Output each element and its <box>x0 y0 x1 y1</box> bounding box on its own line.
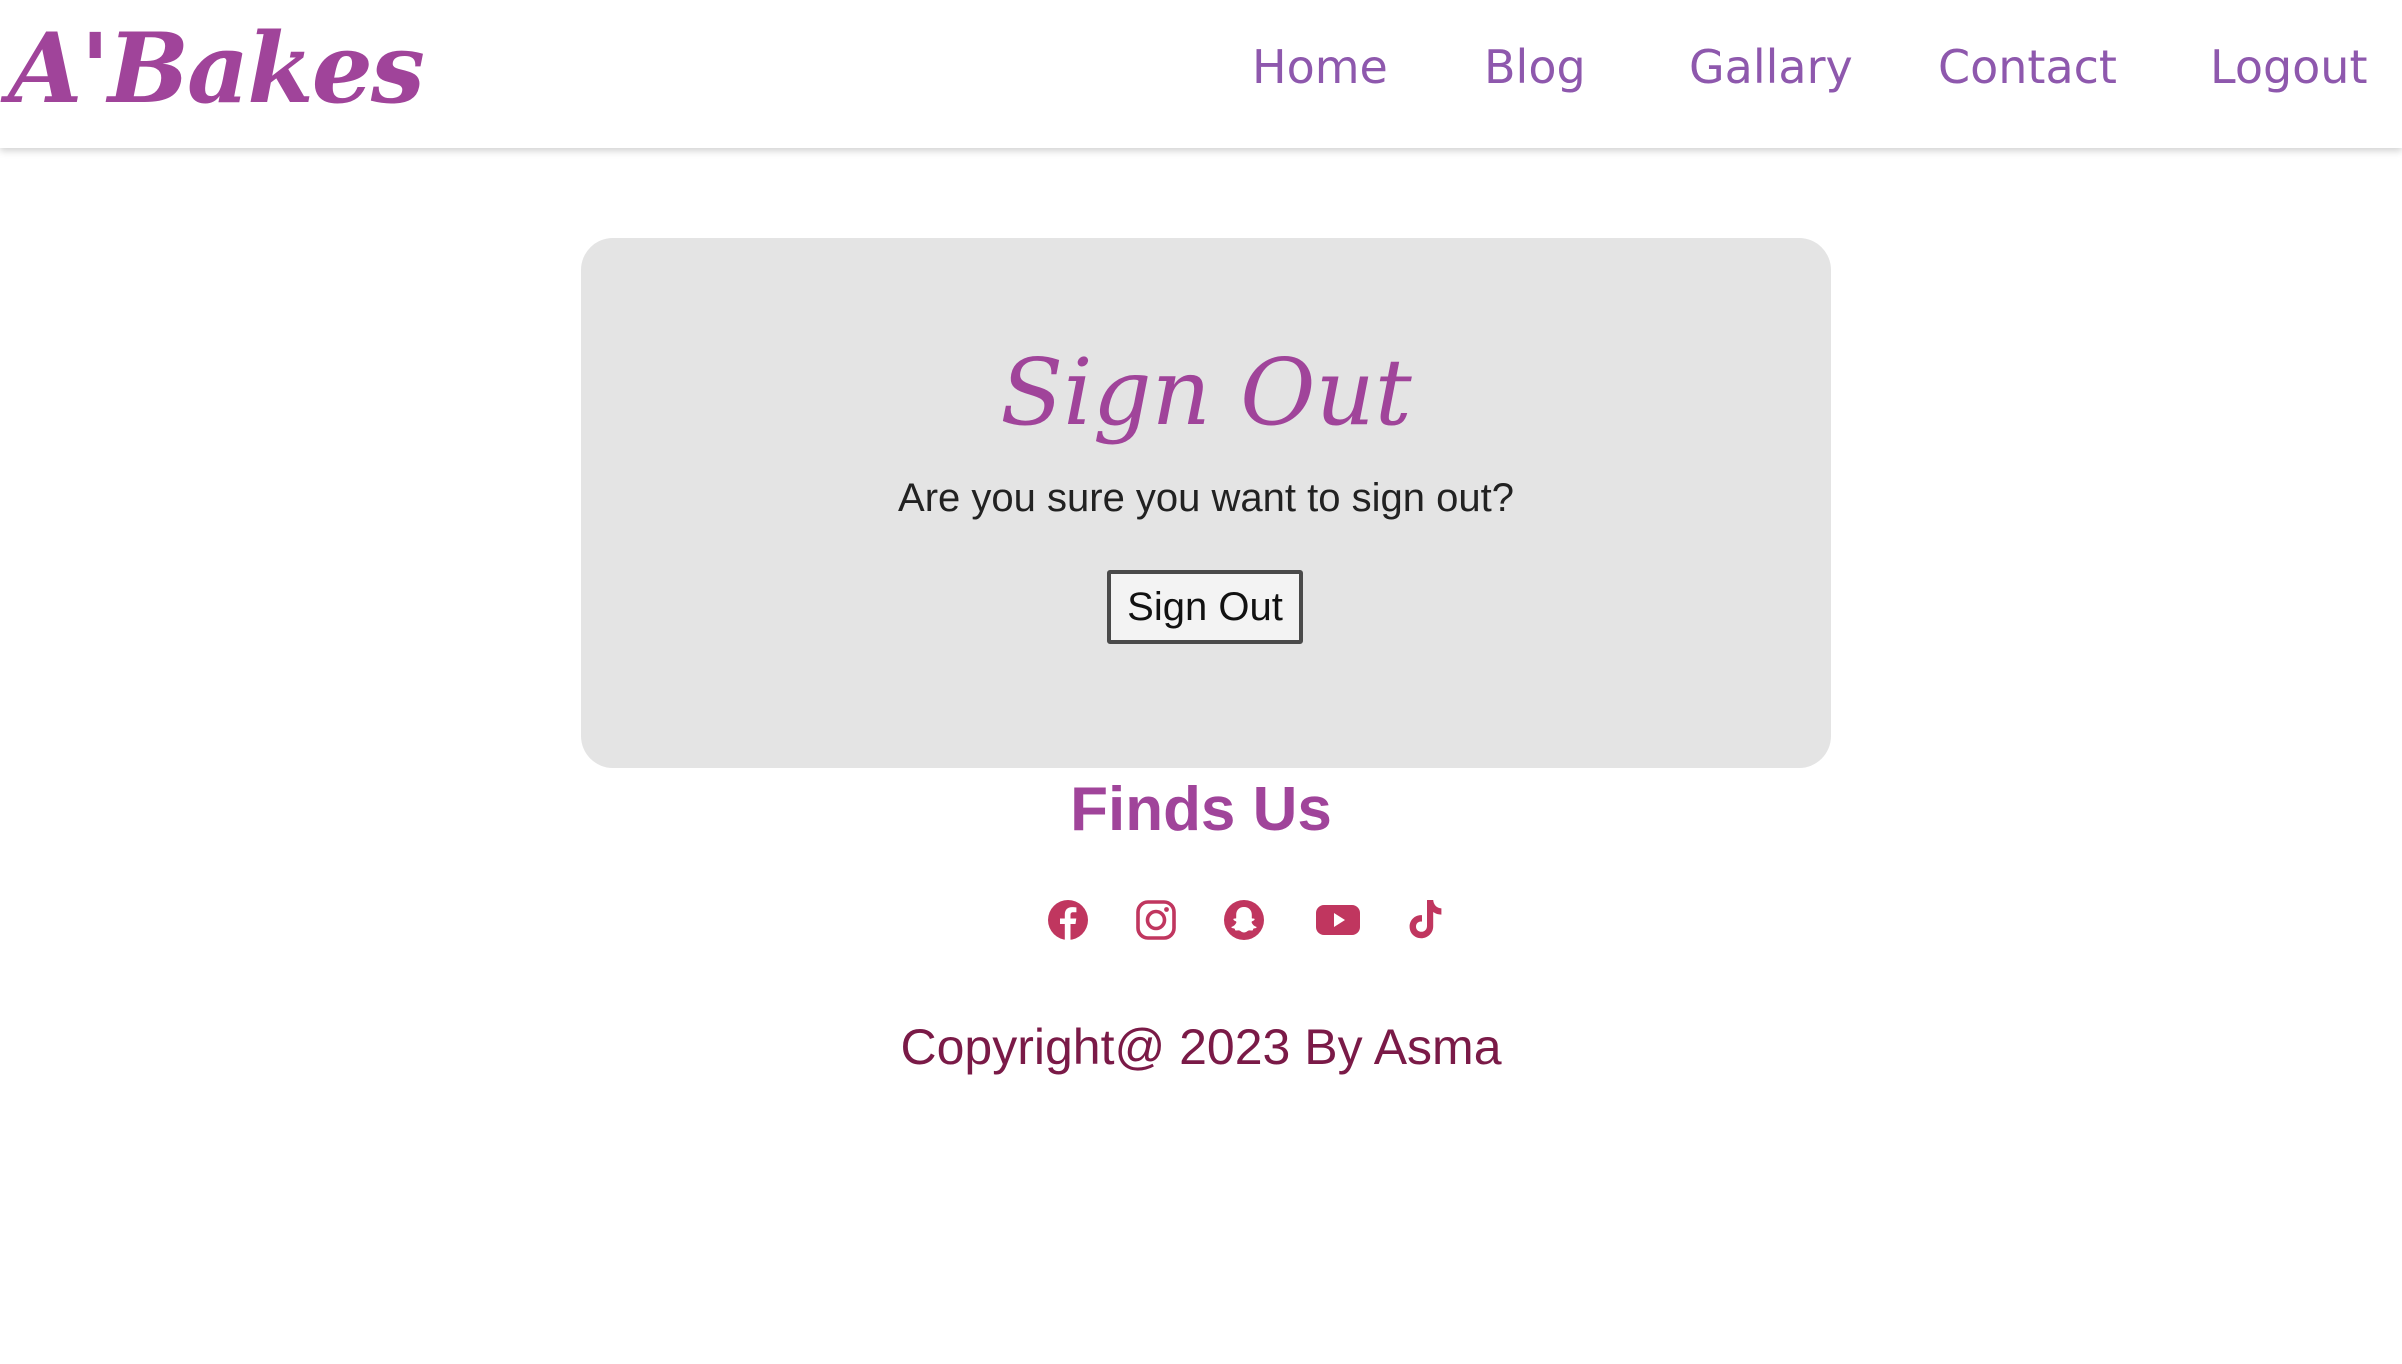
sign-out-button[interactable]: Sign Out <box>1107 570 1303 644</box>
brand-logo[interactable]: A'Bakes <box>8 4 425 134</box>
sign-out-title: Sign Out <box>1000 339 1412 446</box>
nav-home-link[interactable]: Home <box>1252 32 1388 102</box>
finds-us-heading: Finds Us <box>1070 775 1332 844</box>
tiktok-icon[interactable] <box>1398 892 1454 948</box>
facebook-icon[interactable] <box>1040 892 1096 948</box>
instagram-icon[interactable] <box>1128 892 1184 948</box>
snapchat-icon[interactable] <box>1216 892 1272 948</box>
navbar: A'Bakes Home Blog Gallary Contact Logout <box>0 0 2402 148</box>
sign-out-card: Sign Out Are you sure you want to sign o… <box>581 238 1831 768</box>
sign-out-message: Are you sure you want to sign out? <box>898 476 1514 520</box>
nav-blog-link[interactable]: Blog <box>1484 32 1586 102</box>
youtube-icon[interactable] <box>1310 892 1366 948</box>
social-links <box>1040 892 1460 948</box>
nav-logout-link[interactable]: Logout <box>2210 32 2368 102</box>
nav-gallary-link[interactable]: Gallary <box>1689 32 1853 102</box>
nav-contact-link[interactable]: Contact <box>1938 32 2117 102</box>
copyright-text: Copyright@ 2023 By Asma <box>900 1019 1502 1075</box>
